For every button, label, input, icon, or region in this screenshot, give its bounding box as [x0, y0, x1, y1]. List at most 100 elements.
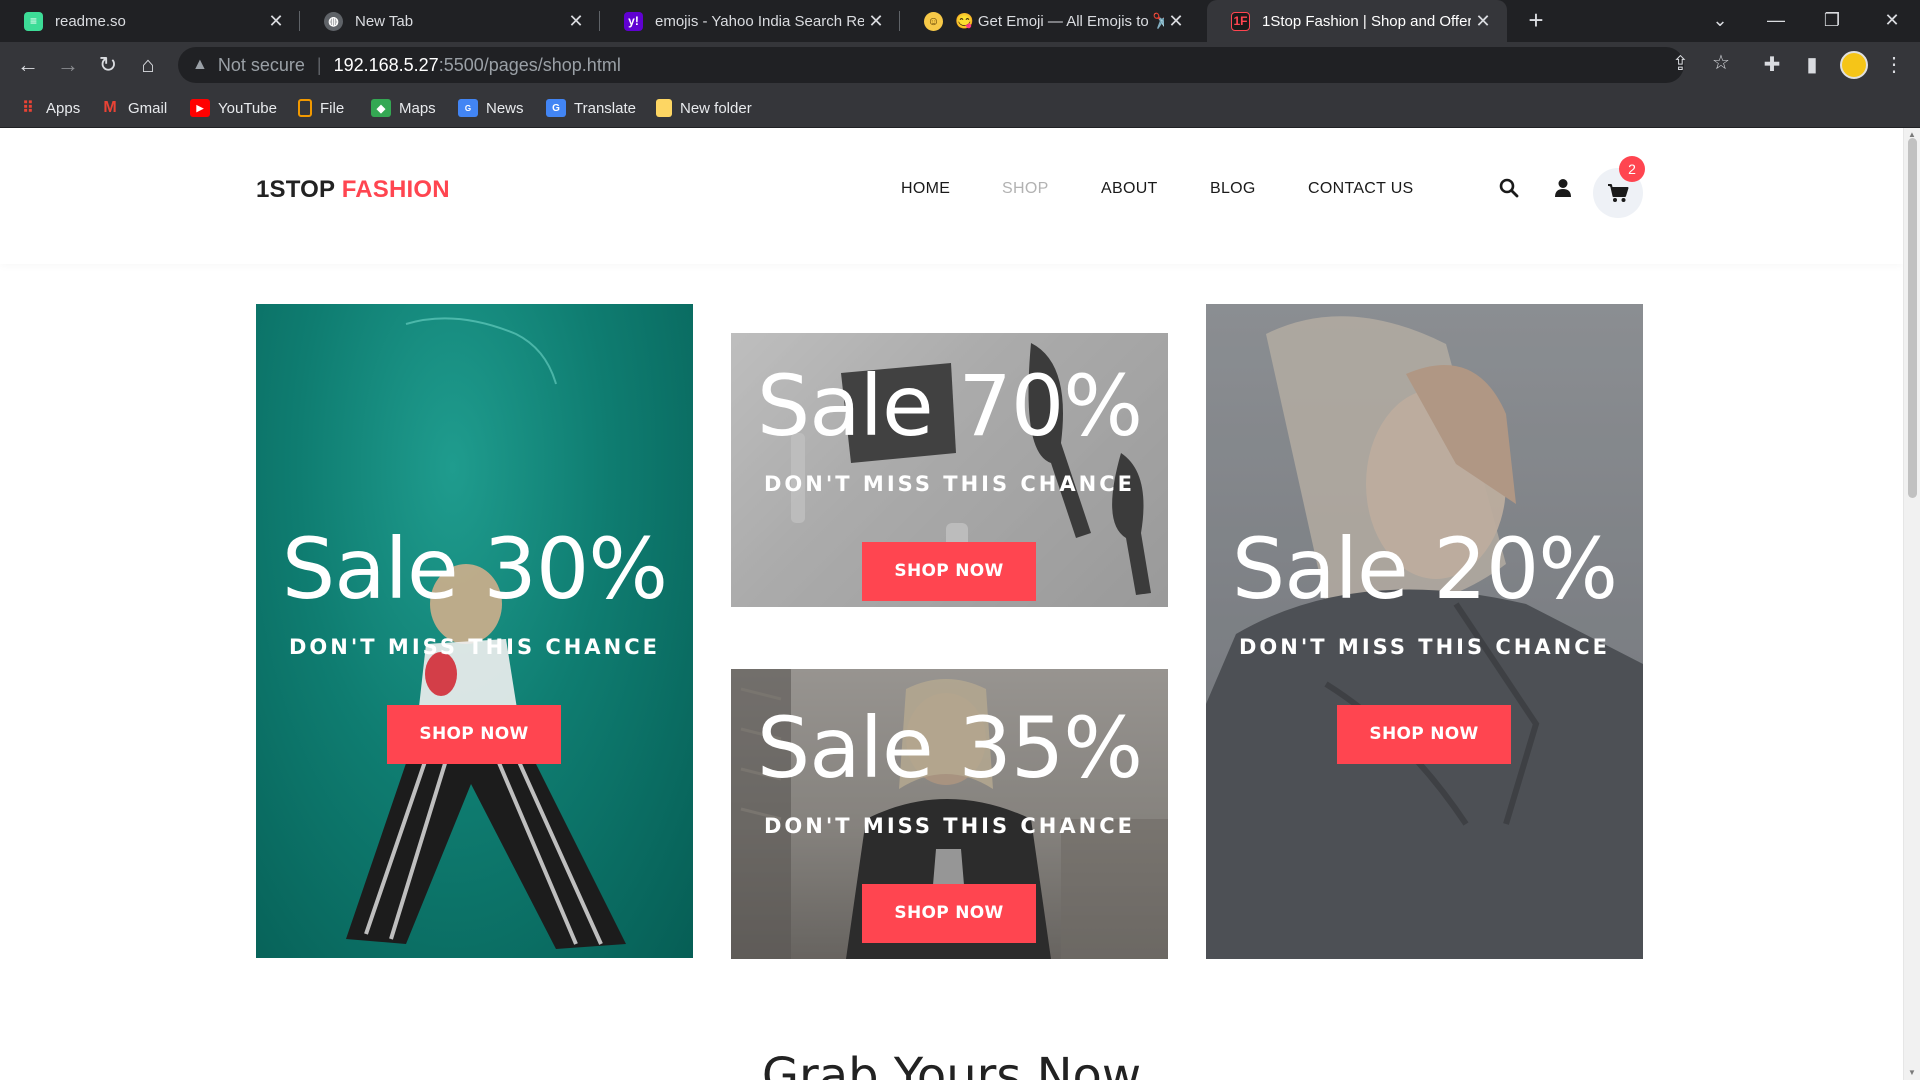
home-icon[interactable]: ⌂ — [132, 49, 164, 81]
close-icon[interactable]: ✕ — [264, 11, 288, 32]
page-viewport: 1STOP FASHION HOME SHOP ABOUT BLOG CONTA… — [0, 128, 1920, 1080]
folder-icon — [656, 99, 672, 117]
shop-now-button[interactable]: SHOP NOW — [387, 705, 561, 764]
cart-count-badge: 2 — [1619, 156, 1645, 182]
image-overlay — [1206, 304, 1643, 959]
youtube-icon: ▶ — [190, 99, 210, 117]
warning-triangle-icon: ▲ — [192, 56, 208, 73]
nav-about[interactable]: ABOUT — [1101, 180, 1158, 198]
sale-tagline: DON'T MISS THIS CHANCE — [764, 472, 1135, 496]
bookmark-label: News — [486, 99, 524, 117]
page-scrollbar[interactable]: ▲ ▼ — [1903, 128, 1920, 1080]
forward-arrow-icon[interactable]: → — [52, 49, 84, 81]
sale-tagline: DON'T MISS THIS CHANCE — [289, 635, 660, 659]
shop-now-button[interactable]: SHOP NOW — [1337, 705, 1511, 764]
nav-shop[interactable]: SHOP — [1002, 180, 1049, 198]
address-divider: | — [316, 54, 322, 75]
sale-headline: Sale 35% — [756, 699, 1143, 797]
nav-blog[interactable]: BLOG — [1210, 180, 1256, 198]
tab-readme[interactable]: ≡ readme.so ✕ — [0, 0, 300, 42]
restore-icon[interactable]: ❐ — [1804, 0, 1860, 42]
nav-contact-us[interactable]: CONTACT US — [1308, 180, 1414, 198]
tab-new-tab[interactable]: ◍ New Tab ✕ — [300, 0, 600, 42]
site-logo[interactable]: 1STOP FASHION — [256, 176, 450, 204]
promo-banner-sale-30: Sale 30% DON'T MISS THIS CHANCE SHOP NOW — [256, 304, 693, 958]
bookmark-apps[interactable]: ⠿ Apps — [18, 96, 80, 120]
extensions-puzzle-icon[interactable]: ✚ — [1756, 49, 1788, 81]
globe-icon: ◍ — [324, 11, 343, 31]
sale-headline: Sale 20% — [1231, 520, 1618, 618]
bookmark-label: File — [320, 99, 345, 117]
promo-banner-sale-20: Sale 20% DON'T MISS THIS CHANCE SHOP NOW — [1206, 304, 1643, 959]
logo-text-1stop: 1STOP — [256, 176, 335, 203]
search-icon[interactable] — [1489, 168, 1529, 208]
tab-title: 😋 Get Emoji — All Emojis to ✂️ — [955, 13, 1164, 30]
bookmark-new-folder[interactable]: New folder — [656, 96, 752, 120]
bookmarks-bar: ⠿ Apps M Gmail ▶ YouTube File ◆ Maps G N… — [0, 88, 1920, 128]
yahoo-icon: y! — [624, 11, 643, 31]
share-icon[interactable]: ⇪ — [1672, 51, 1689, 76]
address-bar[interactable]: ▲ Not secure | 192.168.5.27 :5500/pages/… — [178, 47, 1684, 83]
gmail-icon: M — [103, 99, 117, 116]
tab-1stop-fashion[interactable]: 1F 1Stop Fashion | Shop and Offers ✕ — [1207, 0, 1507, 42]
new-tab-button[interactable]: + — [1520, 5, 1552, 37]
bookmark-label: Gmail — [128, 99, 168, 117]
bookmark-label: New folder — [680, 99, 752, 117]
maps-icon: ◆ — [371, 99, 391, 117]
close-icon[interactable]: ✕ — [864, 11, 888, 32]
bookmark-gmail[interactable]: M Gmail — [100, 96, 167, 120]
profile-avatar[interactable] — [1840, 51, 1868, 79]
promo-banner-sale-70: Sale 70% DON'T MISS THIS CHANCE SHOP NOW — [731, 333, 1168, 607]
section-heading: Grab Yours Now — [761, 1048, 1142, 1080]
bookmark-news[interactable]: G News — [458, 96, 524, 120]
nav-home[interactable]: HOME — [901, 180, 950, 198]
side-panel-icon[interactable]: ▮ — [1796, 49, 1828, 81]
bookmark-label: Apps — [46, 99, 81, 117]
shop-now-button[interactable]: SHOP NOW — [862, 884, 1036, 943]
tab-search-chevron-icon[interactable]: ⌄ — [1692, 0, 1748, 42]
close-icon[interactable]: ✕ — [1471, 11, 1495, 32]
logo-text-fashion: FASHION — [341, 176, 450, 203]
browser-toolbar: ← → ↻ ⌂ ▲ Not secure | 192.168.5.27 :550… — [0, 42, 1920, 88]
apps-grid-icon: ⠿ — [22, 100, 34, 117]
tab-title: readme.so — [55, 12, 126, 30]
user-icon[interactable] — [1543, 168, 1583, 208]
bookmark-translate[interactable]: G Translate — [546, 96, 636, 120]
1f-logo-icon: 1F — [1231, 11, 1250, 31]
bookmark-star-icon[interactable]: ☆ — [1712, 50, 1730, 75]
back-arrow-icon[interactable]: ← — [12, 49, 44, 81]
window-close-icon[interactable]: ✕ — [1864, 0, 1920, 42]
promo-banner-sale-35: Sale 35% DON'T MISS THIS CHANCE SHOP NOW — [731, 669, 1168, 959]
shop-now-button[interactable]: SHOP NOW — [862, 542, 1036, 601]
security-status: Not secure — [217, 54, 305, 75]
sale-tagline: DON'T MISS THIS CHANCE — [764, 814, 1135, 838]
file-icon — [298, 99, 312, 117]
url-path: :5500/pages/shop.html — [438, 54, 621, 75]
url-host: 192.168.5.27 — [333, 54, 439, 75]
bookmark-label: YouTube — [218, 99, 277, 117]
bookmark-youtube[interactable]: ▶ YouTube — [190, 96, 277, 120]
close-icon[interactable]: ✕ — [564, 11, 588, 32]
bookmark-file[interactable]: File — [298, 96, 344, 120]
cart-icon — [1608, 184, 1629, 202]
reload-icon[interactable]: ↻ — [92, 49, 124, 81]
site-header: 1STOP FASHION HOME SHOP ABOUT BLOG CONTA… — [0, 128, 1903, 264]
readme-icon: ≡ — [24, 11, 43, 31]
browser-tab-bar: ≡ readme.so ✕ ◍ New Tab ✕ y! emojis - Ya… — [0, 0, 1920, 42]
tab-get-emoji[interactable]: ☺ 😋 Get Emoji — All Emojis to ✂️ ✕ — [900, 0, 1200, 42]
bookmark-maps[interactable]: ◆ Maps — [371, 96, 436, 120]
tab-title: New Tab — [355, 12, 414, 30]
minimize-icon[interactable]: — — [1748, 0, 1804, 42]
scroll-down-icon[interactable]: ▼ — [1907, 1069, 1917, 1077]
sale-headline: Sale 70% — [756, 357, 1143, 455]
scrollbar-thumb[interactable] — [1908, 138, 1917, 498]
tab-yahoo-search[interactable]: y! emojis - Yahoo India Search Resu ✕ — [600, 0, 900, 42]
translate-icon: G — [546, 99, 566, 117]
more-menu-icon[interactable]: ⋮ — [1878, 49, 1910, 81]
tab-title: 1Stop Fashion | Shop and Offers — [1262, 12, 1471, 30]
tab-title: emojis - Yahoo India Search Resu — [655, 12, 864, 30]
emoji-icon: ☺ — [924, 11, 943, 31]
sale-headline: Sale 30% — [281, 520, 668, 618]
bookmark-label: Translate — [574, 99, 636, 117]
close-icon[interactable]: ✕ — [1164, 11, 1188, 32]
